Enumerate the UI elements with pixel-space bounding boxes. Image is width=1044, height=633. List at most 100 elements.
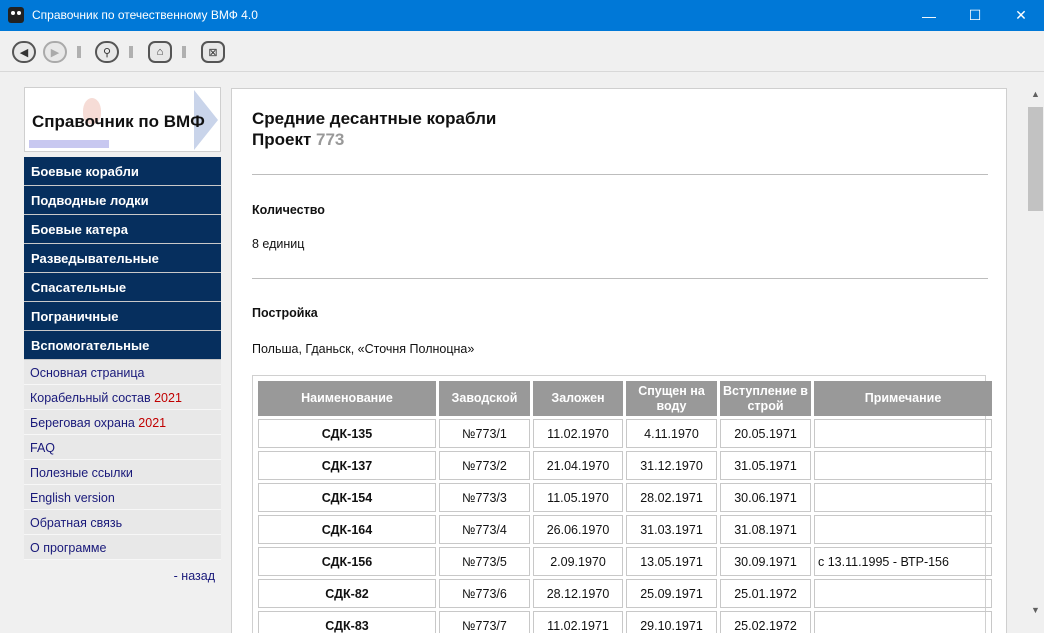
cell-commissioned: 31.05.1971 xyxy=(720,451,811,480)
divider xyxy=(252,278,988,279)
scroll-down-icon[interactable]: ▼ xyxy=(1027,601,1044,618)
back-link[interactable]: - назад xyxy=(24,560,221,583)
cell-note xyxy=(814,579,992,608)
quantity-value: 8 единиц xyxy=(252,237,305,251)
home-icon[interactable]: ⌂ xyxy=(148,41,172,63)
build-title: Постройка xyxy=(252,306,318,320)
cell-launched: 4.11.1970 xyxy=(626,419,717,448)
cell-launched: 31.03.1971 xyxy=(626,515,717,544)
quantity-title: Количество xyxy=(252,203,325,217)
cell-note: с 13.11.1995 - ВТР-156 xyxy=(814,547,992,576)
minimize-button[interactable]: — xyxy=(906,0,952,31)
nav-item-combat-ships[interactable]: Боевые корабли xyxy=(24,157,221,186)
build-value: Польша, Гданьск, «Сточня Полноцна» xyxy=(252,342,475,356)
link-useful-links[interactable]: Полезные ссылки xyxy=(24,460,221,485)
cell-name: СДК-82 xyxy=(258,579,436,608)
cell-note xyxy=(814,611,992,633)
toolbar-separator xyxy=(77,46,81,58)
cell-factory: №773/1 xyxy=(439,419,530,448)
nav-item-reconnaissance[interactable]: Разведывательные xyxy=(24,244,221,273)
search-icon[interactable]: ⚲ xyxy=(95,41,119,63)
cell-factory: №773/6 xyxy=(439,579,530,608)
table-row: СДК-82 №773/6 28.12.1970 25.09.1971 25.0… xyxy=(258,579,992,608)
main-panel: Средние десантные корабли Проект 773 Кол… xyxy=(231,88,1007,633)
cell-commissioned: 30.06.1971 xyxy=(720,483,811,512)
forward-arrow-icon[interactable]: ▶ xyxy=(43,41,67,63)
logo-text: Справочник по ВМФ xyxy=(32,112,205,131)
cell-laid-down: 11.05.1970 xyxy=(533,483,623,512)
cell-name: СДК-83 xyxy=(258,611,436,633)
cell-factory: №773/2 xyxy=(439,451,530,480)
scrollbar-thumb[interactable] xyxy=(1028,107,1043,211)
nav-item-submarines[interactable]: Подводные лодки xyxy=(24,186,221,215)
link-coast-guard[interactable]: Береговая охрана 2021 xyxy=(24,410,221,435)
window-title: Справочник по отечественному ВМФ 4.0 xyxy=(32,8,258,22)
cell-laid-down: 11.02.1970 xyxy=(533,419,623,448)
cell-name: СДК-164 xyxy=(258,515,436,544)
cell-name: СДК-156 xyxy=(258,547,436,576)
cell-laid-down: 11.02.1971 xyxy=(533,611,623,633)
table-row: СДК-164 №773/4 26.06.1970 31.03.1971 31.… xyxy=(258,515,992,544)
cell-laid-down: 26.06.1970 xyxy=(533,515,623,544)
table-row: СДК-135 №773/1 11.02.1970 4.11.1970 20.0… xyxy=(258,419,992,448)
nav-item-rescue[interactable]: Спасательные xyxy=(24,273,221,302)
col-header-note: Примечание xyxy=(814,381,992,416)
maximize-button[interactable]: ☐ xyxy=(952,0,998,31)
scroll-up-icon[interactable]: ▲ xyxy=(1027,85,1044,102)
app-icon xyxy=(8,7,24,23)
close-button[interactable]: ✕ xyxy=(998,0,1044,31)
exit-icon[interactable]: ⊠ xyxy=(201,41,225,63)
link-main-page[interactable]: Основная страница xyxy=(24,360,221,385)
table-header-row: Наименование Заводской Заложен Спущен на… xyxy=(258,381,992,416)
cell-name: СДК-154 xyxy=(258,483,436,512)
col-header-factory: Заводской xyxy=(439,381,530,416)
table-row: СДК-83 №773/7 11.02.1971 29.10.1971 25.0… xyxy=(258,611,992,633)
nav-item-combat-boats[interactable]: Боевые катера xyxy=(24,215,221,244)
cell-laid-down: 21.04.1970 xyxy=(533,451,623,480)
back-arrow-icon[interactable]: ◀ xyxy=(12,41,36,63)
table-row: СДК-137 №773/2 21.04.1970 31.12.1970 31.… xyxy=(258,451,992,480)
link-faq[interactable]: FAQ xyxy=(24,435,221,460)
cell-name: СДК-135 xyxy=(258,419,436,448)
nav-item-border[interactable]: Пограничные xyxy=(24,302,221,331)
nav-item-auxiliary[interactable]: Вспомогательные xyxy=(24,331,221,360)
cell-laid-down: 28.12.1970 xyxy=(533,579,623,608)
cell-factory: №773/7 xyxy=(439,611,530,633)
ships-table: Наименование Заводской Заложен Спущен на… xyxy=(255,378,995,633)
cell-launched: 29.10.1971 xyxy=(626,611,717,633)
toolbar-separator xyxy=(182,46,186,58)
project-number: 773 xyxy=(316,130,345,149)
page-title: Средние десантные корабли Проект 773 xyxy=(252,108,496,150)
link-english-version[interactable]: English version xyxy=(24,485,221,510)
project-line: Проект 773 xyxy=(252,130,345,149)
link-feedback[interactable]: Обратная связь xyxy=(24,510,221,535)
main-nav: Боевые корабли Подводные лодки Боевые ка… xyxy=(24,157,221,360)
cell-commissioned: 25.01.1972 xyxy=(720,579,811,608)
link-ship-composition[interactable]: Корабельный состав 2021 xyxy=(24,385,221,410)
col-header-commissioned: Вступление в строй xyxy=(720,381,811,416)
cell-commissioned: 25.02.1972 xyxy=(720,611,811,633)
link-about[interactable]: О программе xyxy=(24,535,221,560)
cell-commissioned: 20.05.1971 xyxy=(720,419,811,448)
cell-launched: 28.02.1971 xyxy=(626,483,717,512)
cell-factory: №773/4 xyxy=(439,515,530,544)
toolbar-separator xyxy=(129,46,133,58)
col-header-name: Наименование xyxy=(258,381,436,416)
cell-launched: 25.09.1971 xyxy=(626,579,717,608)
cell-factory: №773/3 xyxy=(439,483,530,512)
ships-table-wrapper: Наименование Заводской Заложен Спущен на… xyxy=(252,375,992,633)
col-header-laid-down: Заложен xyxy=(533,381,623,416)
col-header-launched: Спущен на воду xyxy=(626,381,717,416)
cell-note xyxy=(814,419,992,448)
page-title-line: Средние десантные корабли xyxy=(252,109,497,128)
cell-note xyxy=(814,483,992,512)
table-row: СДК-154 №773/3 11.05.1970 28.02.1971 30.… xyxy=(258,483,992,512)
vertical-scrollbar[interactable]: ▲ ▼ xyxy=(1027,72,1044,633)
cell-launched: 13.05.1971 xyxy=(626,547,717,576)
logo-stripe-graphic xyxy=(29,140,109,148)
logo[interactable]: Справочник по ВМФ xyxy=(24,87,221,152)
table-row: СДК-156 №773/5 2.09.1970 13.05.1971 30.0… xyxy=(258,547,992,576)
title-bar: Справочник по отечественному ВМФ 4.0 — ☐… xyxy=(0,0,1044,31)
divider xyxy=(252,174,988,175)
sidebar: Справочник по ВМФ Боевые корабли Подводн… xyxy=(24,87,221,583)
